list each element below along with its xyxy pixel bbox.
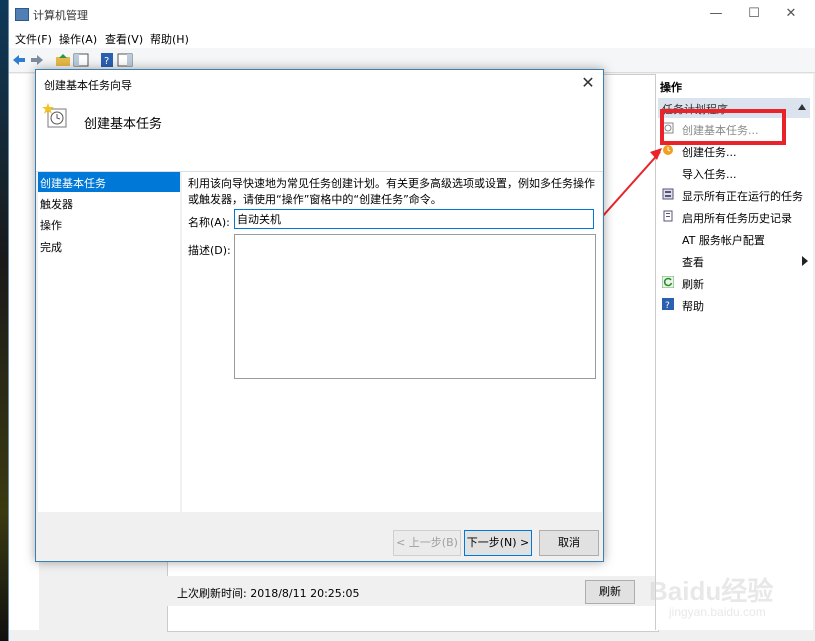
minimize-button[interactable]: — <box>698 0 734 28</box>
action-label: 显示所有正在运行的任务 <box>682 190 803 203</box>
running-tasks-icon <box>662 188 674 200</box>
menu-view[interactable]: 查看(V) <box>105 31 143 47</box>
action-show-running-tasks[interactable]: 显示所有正在运行的任务 <box>660 184 810 206</box>
menu-action[interactable]: 操作(A) <box>59 31 97 47</box>
wizard-header-title: 创建基本任务 <box>84 117 163 132</box>
refresh-icon <box>662 276 674 288</box>
title-bar: 计算机管理 — ☐ ✕ <box>9 0 815 28</box>
menu-bar: 文件(F) 操作(A) 查看(V) 帮助(H) <box>9 28 815 48</box>
step-trigger[interactable]: 触发器 <box>38 193 180 213</box>
forward-arrow-icon[interactable] <box>29 52 45 68</box>
action-label: 创建基本任务... <box>682 124 759 137</box>
back-button[interactable]: < 上一步(B) <box>393 530 461 556</box>
wizard-body: 利用该向导快速地为常见任务创建计划。有关更多高级选项或设置，例如多任务操作或触发… <box>182 172 602 512</box>
action-label: AT 服务帐户配置 <box>682 234 765 247</box>
task-name-input[interactable] <box>234 209 594 229</box>
task-description-input[interactable] <box>234 234 596 379</box>
create-basic-task-wizard: 创建基本任务向导 ✕ 创建基本任务 创建基本任务 触发器 操作 完成 利用该向导… <box>35 69 604 562</box>
action-label: 导入任务... <box>682 168 737 181</box>
svg-text:?: ? <box>104 56 109 67</box>
step-finish[interactable]: 完成 <box>38 236 180 256</box>
task-scheduler-section[interactable]: 任务计划程序 <box>658 98 810 118</box>
wizard-title: 创建基本任务向导 <box>44 79 132 92</box>
step-action[interactable]: 操作 <box>38 214 180 234</box>
action-view[interactable]: 查看 <box>660 250 810 272</box>
actions-pane: 操作 任务计划程序 创建基本任务... 创建任务... 导入任务... 显示所有… <box>655 74 813 630</box>
wizard-title-bar: 创建基本任务向导 ✕ <box>36 70 603 97</box>
svg-text:?: ? <box>665 301 670 310</box>
refresh-status-button[interactable]: 刷新 <box>585 580 635 604</box>
last-refresh-time: 上次刷新时间: 2018/8/11 20:25:05 <box>177 587 360 600</box>
action-create-task[interactable]: 创建任务... <box>660 140 810 162</box>
action-refresh[interactable]: 刷新 <box>660 272 810 294</box>
menu-file[interactable]: 文件(F) <box>15 31 52 47</box>
actions-pane-header: 操作 <box>656 74 813 96</box>
watermark-brand: Baidu经验 <box>649 576 774 606</box>
maximize-button[interactable]: ☐ <box>736 0 772 28</box>
wizard-description: 利用该向导快速地为常见任务创建计划。有关更多高级选项或设置，例如多任务操作或触发… <box>188 177 595 206</box>
show-actions-pane-icon[interactable] <box>117 52 133 68</box>
name-label: 名称(A): <box>188 216 230 229</box>
back-arrow-icon[interactable] <box>11 52 27 68</box>
wizard-steps-list: 创建基本任务 触发器 操作 完成 <box>38 172 180 512</box>
step-label: 触发器 <box>40 198 73 211</box>
close-button[interactable]: ✕ <box>773 0 809 28</box>
computer-management-icon <box>15 8 29 21</box>
action-create-basic-task[interactable]: 创建基本任务... <box>660 118 810 140</box>
watermark-url: jingyan.baidu.com <box>669 605 766 619</box>
step-create-basic-task[interactable]: 创建基本任务 <box>38 172 180 192</box>
action-label: 刷新 <box>682 278 704 291</box>
action-label: 启用所有任务历史记录 <box>682 212 792 225</box>
up-folder-icon[interactable] <box>55 52 71 68</box>
baidu-watermark: Baidu经验 jingyan.baidu.com <box>649 565 815 635</box>
step-label: 操作 <box>40 219 62 232</box>
action-enable-task-history[interactable]: 启用所有任务历史记录 <box>660 206 810 228</box>
action-help[interactable]: ? 帮助 <box>660 294 810 316</box>
action-import-task[interactable]: 导入任务... <box>660 162 810 184</box>
wizard-header: 创建基本任务 <box>36 97 603 172</box>
refresh-status-bar: 上次刷新时间: 2018/8/11 20:25:05 刷新 <box>167 576 657 606</box>
create-basic-task-icon <box>662 122 674 134</box>
task-scheduler-section-label: 任务计划程序 <box>662 103 728 116</box>
description-label: 描述(D): <box>188 244 231 257</box>
wizard-footer: < 上一步(B) 下一步(N) > 取消 <box>36 512 603 561</box>
submenu-arrow-icon <box>802 256 808 266</box>
actions-header-label: 操作 <box>660 81 682 94</box>
window-title: 计算机管理 <box>33 9 88 22</box>
action-label: 帮助 <box>682 300 704 313</box>
action-label: 查看 <box>682 256 704 269</box>
collapse-triangle-icon[interactable] <box>798 104 806 110</box>
step-label: 完成 <box>40 241 62 254</box>
show-hide-tree-icon[interactable] <box>73 52 89 68</box>
history-icon <box>663 210 673 222</box>
action-at-service-account[interactable]: AT 服务帐户配置 <box>660 228 810 250</box>
wizard-close-button[interactable]: ✕ <box>573 70 603 97</box>
help-icon: ? <box>662 298 674 310</box>
menu-help[interactable]: 帮助(H) <box>150 31 189 47</box>
cancel-button[interactable]: 取消 <box>539 530 599 556</box>
create-task-icon <box>663 145 673 155</box>
help-book-icon[interactable]: ? <box>99 52 115 68</box>
step-label: 创建基本任务 <box>40 177 106 190</box>
next-button[interactable]: 下一步(N) > <box>464 530 532 556</box>
action-label: 创建任务... <box>682 146 737 159</box>
desktop-background <box>0 0 8 641</box>
task-clock-icon <box>42 103 67 128</box>
